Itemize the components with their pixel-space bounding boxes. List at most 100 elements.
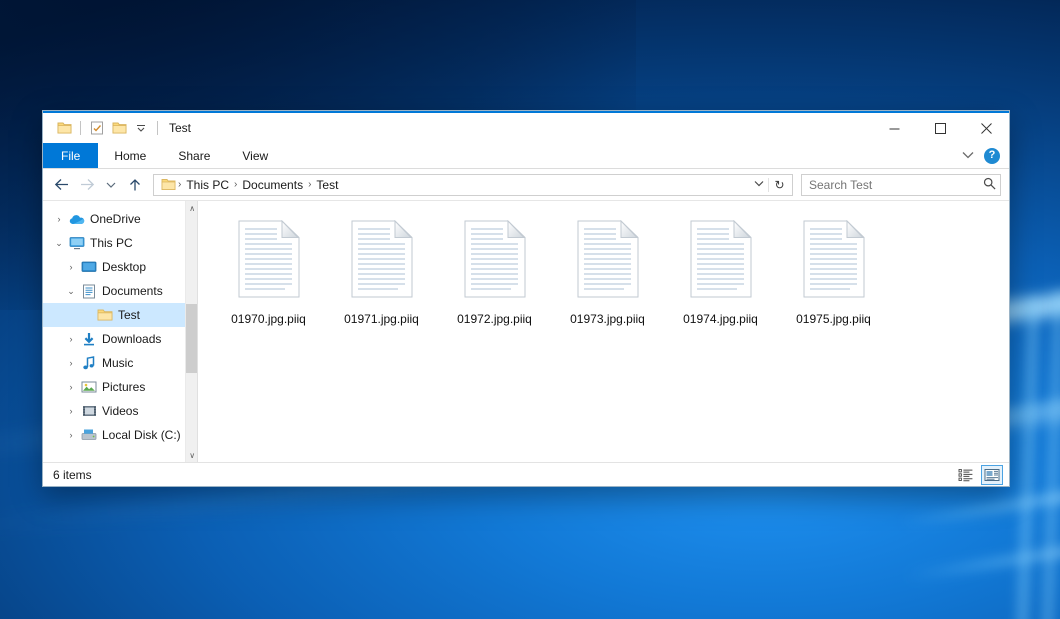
window-body: › OneDrive ⌄ This PC › xyxy=(43,201,1009,462)
generic-document-icon[interactable] xyxy=(348,217,416,304)
breadcrumb-dropdown-icon[interactable] xyxy=(750,179,768,190)
document-icon xyxy=(79,284,99,299)
navigation-scrollbar[interactable]: ∧ ∨ xyxy=(185,201,198,462)
chevron-down-icon[interactable]: ⌄ xyxy=(63,286,79,297)
chevron-right-icon[interactable]: › xyxy=(51,214,67,224)
sidebar-item-videos[interactable]: › Videos xyxy=(43,399,185,423)
recent-locations-button[interactable] xyxy=(101,173,121,197)
file-name-label: 01975.jpg.piiq xyxy=(796,312,871,326)
quick-access-toolbar xyxy=(43,117,163,139)
view-toggle-group xyxy=(955,465,1003,485)
picture-icon xyxy=(79,380,99,394)
breadcrumb[interactable]: › This PC › Documents › Test ↻ xyxy=(153,174,793,196)
file-item[interactable]: 01974.jpg.piiq xyxy=(664,215,777,326)
chevron-right-icon[interactable]: › xyxy=(63,334,79,344)
sidebar-label-music: Music xyxy=(99,356,133,370)
status-bar: 6 items xyxy=(43,462,1009,486)
file-name-label: 01974.jpg.piiq xyxy=(683,312,758,326)
sidebar-label-desktop: Desktop xyxy=(99,260,146,274)
sidebar-item-desktop[interactable]: › Desktop xyxy=(43,255,185,279)
properties-icon[interactable] xyxy=(86,117,108,139)
back-button[interactable] xyxy=(49,173,73,197)
file-item[interactable]: 01972.jpg.piiq xyxy=(438,215,551,326)
chevron-right-icon[interactable]: › xyxy=(63,406,79,416)
folder-icon xyxy=(95,308,115,322)
sidebar-label-local-disk-c: Local Disk (C:) xyxy=(99,428,181,442)
search-box[interactable] xyxy=(801,174,1001,196)
file-name-label: 01972.jpg.piiq xyxy=(457,312,532,326)
sidebar-item-local-disk-c[interactable]: › Local Disk (C:) xyxy=(43,423,185,447)
file-list-view[interactable]: 01970.jpg.piiq 01971.jpg.piiq 01972.jpg.… xyxy=(198,201,1009,462)
window-controls xyxy=(871,112,1009,144)
sidebar-item-downloads[interactable]: › Downloads xyxy=(43,327,185,351)
scrollbar-track[interactable] xyxy=(185,215,198,448)
breadcrumb-item-this-pc[interactable]: This PC xyxy=(182,178,233,192)
sidebar-label-pictures: Pictures xyxy=(99,380,145,394)
details-view-button[interactable] xyxy=(955,465,977,485)
maximize-button[interactable] xyxy=(917,112,963,144)
generic-document-icon[interactable] xyxy=(574,217,642,304)
refresh-icon[interactable]: ↻ xyxy=(768,178,790,192)
file-item[interactable]: 01971.jpg.piiq xyxy=(325,215,438,326)
forward-button[interactable] xyxy=(75,173,99,197)
help-icon[interactable]: ? xyxy=(984,148,1000,164)
tab-file[interactable]: File xyxy=(43,143,98,168)
wallpaper-pane-horizontal-1 xyxy=(901,491,1060,526)
sidebar-item-pictures[interactable]: › Pictures xyxy=(43,375,185,399)
breadcrumb-item-documents[interactable]: Documents xyxy=(238,178,307,192)
sidebar-label-this-pc: This PC xyxy=(87,236,133,250)
sidebar-item-documents[interactable]: ⌄ Documents xyxy=(43,279,185,303)
chevron-down-icon[interactable] xyxy=(962,149,974,163)
window-title: Test xyxy=(169,121,191,135)
tab-home[interactable]: Home xyxy=(98,143,162,168)
sidebar-item-onedrive[interactable]: › OneDrive xyxy=(43,207,185,231)
scroll-up-arrow-icon[interactable]: ∧ xyxy=(185,201,198,215)
up-button[interactable] xyxy=(123,173,147,197)
large-icons-view-button[interactable] xyxy=(981,465,1003,485)
file-name-label: 01970.jpg.piiq xyxy=(231,312,306,326)
chevron-down-icon[interactable]: ⌄ xyxy=(51,238,67,249)
chevron-right-icon[interactable]: › xyxy=(63,262,79,272)
file-item[interactable]: 01973.jpg.piiq xyxy=(551,215,664,326)
wallpaper-pane-vertical-2 xyxy=(1042,292,1060,619)
sidebar-label-downloads: Downloads xyxy=(99,332,161,346)
generic-document-icon[interactable] xyxy=(461,217,529,304)
monitor-icon xyxy=(67,236,87,250)
qat-separator-2 xyxy=(157,121,158,135)
video-icon xyxy=(79,404,99,418)
chevron-right-icon[interactable]: › xyxy=(63,382,79,392)
breadcrumb-folder-icon xyxy=(159,178,177,191)
new-folder-icon[interactable] xyxy=(108,117,130,139)
chevron-right-icon[interactable]: › xyxy=(63,358,79,368)
generic-document-icon[interactable] xyxy=(800,217,868,304)
scrollbar-thumb[interactable] xyxy=(186,304,198,374)
chevron-right-icon[interactable]: › xyxy=(63,430,79,440)
sidebar-item-music[interactable]: › Music xyxy=(43,351,185,375)
tab-view[interactable]: View xyxy=(226,143,284,168)
tab-share[interactable]: Share xyxy=(162,143,226,168)
close-button[interactable] xyxy=(963,112,1009,144)
generic-document-icon[interactable] xyxy=(687,217,755,304)
sidebar-item-this-pc[interactable]: ⌄ This PC xyxy=(43,231,185,255)
music-icon xyxy=(79,356,99,371)
search-input[interactable] xyxy=(809,178,983,192)
file-item[interactable]: 01970.jpg.piiq xyxy=(212,215,325,326)
sidebar-label-documents: Documents xyxy=(99,284,163,298)
minimize-button[interactable] xyxy=(871,112,917,144)
breadcrumb-item-test[interactable]: Test xyxy=(312,178,342,192)
desktop: Test File Home Share View xyxy=(0,0,1060,619)
scroll-down-arrow-icon[interactable]: ∨ xyxy=(185,448,198,462)
customize-dropdown-icon[interactable] xyxy=(130,117,152,139)
folder-icon[interactable] xyxy=(53,117,75,139)
sidebar-label-onedrive: OneDrive xyxy=(87,212,141,226)
search-icon[interactable] xyxy=(983,177,996,193)
navigation-tree: › OneDrive ⌄ This PC › xyxy=(43,201,185,462)
ribbon-right-controls: ? xyxy=(962,143,1009,168)
drive-icon xyxy=(79,428,99,442)
generic-document-icon[interactable] xyxy=(235,217,303,304)
file-item[interactable]: 01975.jpg.piiq xyxy=(777,215,890,326)
desktop-icon xyxy=(79,260,99,274)
navigation-pane: › OneDrive ⌄ This PC › xyxy=(43,201,198,462)
title-bar: Test xyxy=(43,111,1009,143)
sidebar-item-test[interactable]: Test xyxy=(43,303,185,327)
